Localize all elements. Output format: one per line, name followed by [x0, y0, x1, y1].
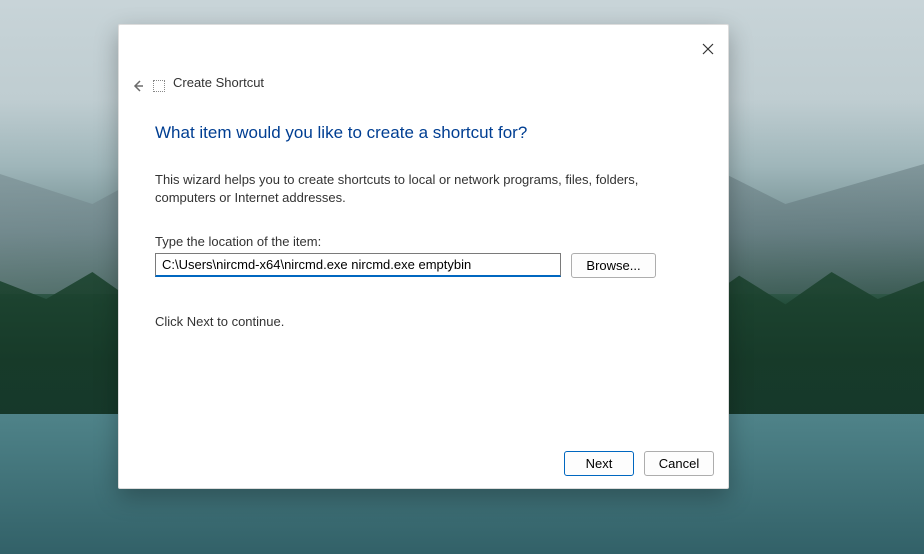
- dialog-content: What item would you like to create a sho…: [155, 123, 692, 329]
- dialog-heading: What item would you like to create a sho…: [155, 123, 692, 143]
- browse-button[interactable]: Browse...: [571, 253, 656, 278]
- dialog-description: This wizard helps you to create shortcut…: [155, 171, 675, 206]
- location-row: Browse...: [155, 253, 692, 278]
- dialog-footer: Next Cancel: [564, 451, 714, 476]
- next-button[interactable]: Next: [564, 451, 634, 476]
- close-icon: [702, 43, 714, 55]
- dialog-title: Create Shortcut: [173, 75, 264, 90]
- location-input[interactable]: [155, 253, 561, 277]
- back-button[interactable]: [127, 75, 149, 97]
- shortcut-wizard-icon: [153, 80, 165, 92]
- cancel-button[interactable]: Cancel: [644, 451, 714, 476]
- desktop-background: Create Shortcut What item would you like…: [0, 0, 924, 554]
- close-button[interactable]: [696, 37, 720, 61]
- create-shortcut-dialog: Create Shortcut What item would you like…: [118, 24, 729, 489]
- location-label: Type the location of the item:: [155, 234, 692, 249]
- continue-text: Click Next to continue.: [155, 314, 692, 329]
- back-arrow-icon: [131, 79, 145, 93]
